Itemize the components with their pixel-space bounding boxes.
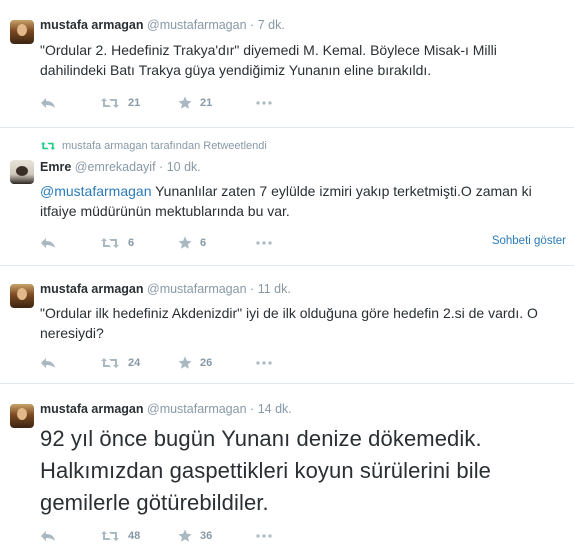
reply-button[interactable] xyxy=(40,357,76,369)
favorite-count: 21 xyxy=(200,97,213,109)
retweet-count: 24 xyxy=(128,357,141,369)
tweet: mustafa armagan tarafından Retweetlendi … xyxy=(0,128,574,266)
favorite-count: 6 xyxy=(200,237,207,249)
tweet-text: "Ordular 2. Hedefiniz Trakya'dır" diyeme… xyxy=(40,42,497,78)
reply-icon xyxy=(41,238,55,248)
star-icon xyxy=(178,356,192,369)
retweet-icon xyxy=(101,358,119,368)
author-handle[interactable]: @emrekadayif xyxy=(75,160,156,174)
retweeted-by-label: mustafa armagan tarafından Retweetlendi xyxy=(62,140,267,152)
avatar[interactable] xyxy=(10,20,34,44)
retweet-button[interactable]: 48 xyxy=(100,530,154,542)
favorite-button[interactable]: 36 xyxy=(178,529,232,543)
retweet-icon xyxy=(101,531,119,541)
favorite-button[interactable]: 21 xyxy=(178,96,232,110)
star-icon xyxy=(178,529,192,542)
favorite-button[interactable]: 6 xyxy=(178,236,232,250)
more-icon xyxy=(256,101,272,105)
separator-dot: · xyxy=(159,160,164,174)
author-name[interactable]: Emre xyxy=(40,160,71,174)
more-button[interactable] xyxy=(256,361,272,365)
retweet-button[interactable]: 6 xyxy=(100,237,154,249)
tweet-timestamp[interactable]: 10 dk. xyxy=(167,160,201,174)
retweet-icon xyxy=(40,142,56,150)
more-button[interactable] xyxy=(256,241,272,245)
star-icon xyxy=(178,96,192,109)
tweet-actions: 24 26 xyxy=(40,355,296,371)
retweet-count: 21 xyxy=(128,97,141,109)
retweet-count: 48 xyxy=(128,530,141,542)
tweet-actions: 48 36 xyxy=(40,528,296,544)
tweet: mustafa armagan @mustafarmagan · 7 dk. "… xyxy=(0,0,574,128)
retweet-button[interactable]: 21 xyxy=(100,97,154,109)
more-icon xyxy=(256,534,272,538)
separator-dot: · xyxy=(250,282,255,296)
tweet: mustafa armagan @mustafarmagan · 14 dk. … xyxy=(0,384,574,550)
tweet-timestamp[interactable]: 7 dk. xyxy=(258,18,285,32)
tweet-header: mustafa armagan @mustafarmagan · 11 dk. xyxy=(40,282,291,296)
avatar[interactable] xyxy=(10,160,34,184)
tweet: mustafa armagan @mustafarmagan · 11 dk. … xyxy=(0,266,574,384)
author-handle[interactable]: @mustafarmagan xyxy=(147,18,247,32)
more-icon xyxy=(256,241,272,245)
tweet-timestamp[interactable]: 11 dk. xyxy=(258,282,291,296)
retweet-count: 6 xyxy=(128,237,135,249)
favorite-count: 26 xyxy=(200,357,213,369)
tweet-header: mustafa armagan @mustafarmagan · 7 dk. xyxy=(40,18,285,32)
favorite-button[interactable]: 26 xyxy=(178,356,232,370)
show-conversation-link[interactable]: Sohbeti göster xyxy=(492,235,566,247)
reply-icon xyxy=(41,531,55,541)
star-icon xyxy=(178,236,192,249)
author-name[interactable]: mustafa armagan xyxy=(40,282,144,296)
author-handle[interactable]: @mustafarmagan xyxy=(147,402,247,416)
separator-dot: · xyxy=(250,18,255,32)
tweet-header: mustafa armagan @mustafarmagan · 14 dk. xyxy=(40,402,292,416)
tweet-timestamp[interactable]: 14 dk. xyxy=(258,402,292,416)
avatar[interactable] xyxy=(10,404,34,428)
tweet-header: Emre @emrekadayif · 10 dk. xyxy=(40,160,201,174)
tweet-text: @mustafarmagan Yunanlılar zaten 7 eylüld… xyxy=(40,181,564,221)
retweet-icon xyxy=(101,238,119,248)
avatar[interactable] xyxy=(10,284,34,308)
reply-button[interactable] xyxy=(40,237,76,249)
tweet-text: "Ordular ilk hedefiniz Akdenizdir" iyi d… xyxy=(40,305,538,341)
more-button[interactable] xyxy=(256,534,272,538)
author-handle[interactable]: @mustafarmagan xyxy=(147,282,247,296)
separator-dot: · xyxy=(250,402,255,416)
reply-icon xyxy=(41,358,55,368)
retweeted-by[interactable]: mustafa armagan tarafından Retweetlendi xyxy=(40,140,267,152)
reply-button[interactable] xyxy=(40,97,76,109)
author-name[interactable]: mustafa armagan xyxy=(40,402,144,416)
tweet-actions: 6 6 xyxy=(40,235,296,251)
more-button[interactable] xyxy=(256,101,272,105)
more-icon xyxy=(256,361,272,365)
mention-link[interactable]: @mustafarmagan xyxy=(40,183,151,199)
retweet-button[interactable]: 24 xyxy=(100,357,154,369)
retweet-icon xyxy=(101,98,119,108)
reply-button[interactable] xyxy=(40,530,76,542)
tweet-actions: 21 21 xyxy=(40,95,296,111)
favorite-count: 36 xyxy=(200,530,213,542)
author-name[interactable]: mustafa armagan xyxy=(40,18,144,32)
tweet-text: 92 yıl önce bugün Yunanı denize dökemedi… xyxy=(40,426,492,515)
reply-icon xyxy=(41,98,55,108)
